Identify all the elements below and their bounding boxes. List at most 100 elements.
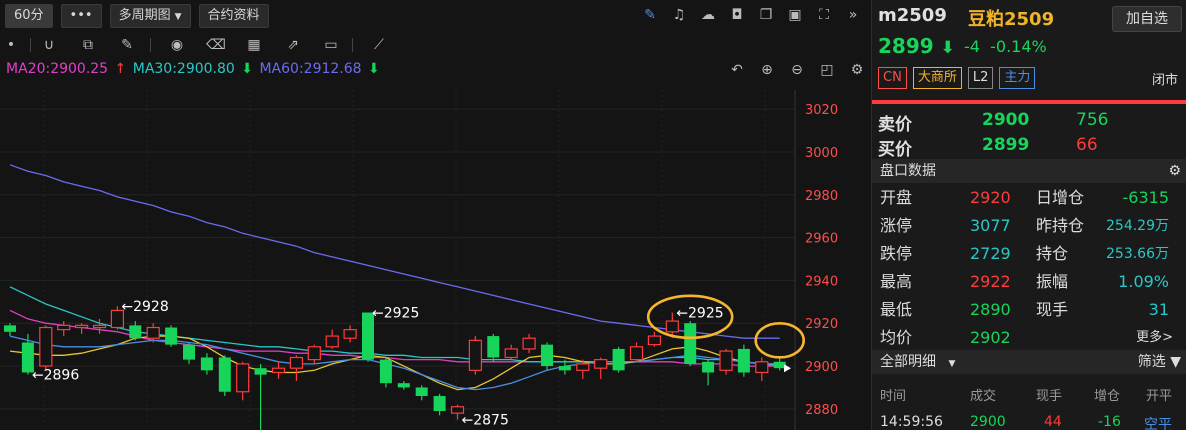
contract-code: m2509 (878, 5, 947, 26)
fullscreen-icon[interactable]: ⛶ (813, 4, 835, 26)
candle-body-up (289, 356, 303, 369)
trade-oi: -16 (1098, 414, 1121, 430)
candle-body-up (647, 335, 662, 346)
quote-label: 日增仓 (1036, 188, 1085, 207)
column-header: 成交 (970, 389, 997, 404)
trash-icon[interactable]: ⌫ (205, 34, 227, 56)
drawing-toolbar: • ∪ ⧉ ✎ ◉ ⌫ ▦ ⇗ ▭ ⟋ (0, 33, 870, 57)
bid-row: 买价 2899 66 (878, 135, 1178, 160)
candle-body-up (271, 367, 286, 374)
candle-body-down (415, 387, 428, 397)
candle-body-down (684, 323, 697, 364)
add-watchlist-button[interactable]: 加自选 (1112, 6, 1182, 32)
candle-body-down (558, 366, 571, 371)
more-link[interactable]: 更多> (1136, 324, 1173, 352)
candle-body-up (468, 339, 482, 371)
top-toolbar: 60分 ••• 多周期图 ▼ 合约资料 ✎ ♫ ☁ ◘ ❐ ▣ ⛶ » (0, 0, 870, 32)
caret-down-icon: ▼ (948, 359, 956, 369)
candle-body-up (629, 346, 644, 361)
candle-body-down (218, 357, 231, 392)
quote-row: 最高 2922 振幅 1.09% (872, 268, 1186, 296)
period-button[interactable]: 60分 (5, 4, 53, 28)
quote-header[interactable]: 盘口数据 ⚙ (872, 159, 1186, 183)
more-button[interactable]: ••• (60, 4, 102, 28)
bid-volume: 66 (1076, 135, 1098, 155)
layout-icon[interactable]: ◰ (816, 60, 838, 80)
candle-body-up (325, 335, 339, 348)
trade-volume: 44 (1044, 414, 1062, 430)
price-annotation: ←2925 (676, 306, 723, 322)
ask-price: 2900 (982, 110, 1030, 130)
candle-body-down (4, 325, 16, 332)
arrow-up-icon: ↑ (114, 61, 127, 77)
price-change: -4 -0.14% (964, 37, 1047, 56)
filter-label: 筛选 (1137, 354, 1166, 370)
settings-icon[interactable]: ⚙ (1168, 159, 1181, 183)
comment-icon[interactable]: ▭ (320, 34, 342, 56)
candle-body-down (379, 359, 392, 384)
market-status: 闭市 (1151, 73, 1178, 88)
candle-body-up (39, 326, 53, 367)
quote-label: 均价 (880, 328, 913, 347)
quote-value: 2729 (970, 244, 1011, 263)
candle-body-up (522, 337, 536, 350)
camera-icon[interactable]: ◘ (726, 4, 748, 26)
trade-table-header: 时间 成交 现手 增仓 开平 (872, 381, 1186, 405)
candle-body-up (576, 363, 590, 371)
divider (30, 38, 31, 52)
quote-label: 最高 (880, 272, 913, 291)
collapse-icon[interactable]: » (842, 4, 864, 26)
candle-body-down (200, 357, 213, 371)
quote-value: 3077 (970, 216, 1011, 235)
pen-icon[interactable]: ✎ (639, 4, 661, 26)
bell-icon[interactable]: ♫ (668, 4, 690, 26)
quote-value: 31 (1148, 300, 1169, 319)
dot-icon[interactable]: • (0, 34, 22, 56)
undo-icon[interactable]: ↶ (726, 60, 748, 80)
multi-period-button[interactable]: 多周期图 ▼ (109, 4, 191, 28)
zoom-in-icon[interactable]: ⊕ (756, 60, 778, 80)
ask-label: 卖价 (878, 115, 912, 135)
chart-window-icon[interactable]: ▣ (784, 4, 806, 26)
quote-value: -6315 (1122, 188, 1170, 207)
multi-period-label: 多周期图 (118, 8, 171, 23)
zoom-out-icon[interactable]: ⊖ (786, 60, 808, 80)
brush-icon[interactable]: ✎ (116, 34, 138, 56)
quote-value: 254.29万 (1106, 218, 1169, 234)
ask-volume: 756 (1076, 110, 1109, 130)
ruler-icon[interactable]: ⟋ (368, 34, 390, 56)
filter-button[interactable]: 筛选 ▼ (1138, 350, 1181, 374)
detail-header[interactable]: 全部明细 ▼ 筛选 ▼ (872, 350, 1186, 374)
candlestick-chart[interactable]: 2880 2900 2920 2940 2960 2980 3000 3020 ←2928 ←28… (0, 90, 870, 430)
eye-icon[interactable]: ◉ (166, 34, 188, 56)
filter-icon: ▼ (1165, 354, 1181, 370)
column-header: 现手 (1036, 389, 1063, 404)
candle-body-down (773, 361, 786, 369)
trade-row: 14:59:56 2900 44 -16 空平 (872, 414, 1186, 430)
y-tick-label: 3020 (805, 103, 838, 118)
ma30-label: MA30:2900.80 (132, 61, 235, 77)
settings-icon[interactable]: ⚙ (846, 60, 868, 80)
candle-body-up (665, 320, 679, 333)
contract-info-button[interactable]: 合约资料 (198, 4, 269, 28)
copy-icon[interactable]: ❐ (755, 4, 777, 26)
candle-body-up (594, 359, 608, 369)
buy-sell-bar (872, 100, 1186, 104)
ma-line-ma10 (9, 335, 780, 391)
tag-main: 主力 (999, 67, 1036, 89)
column-header: 开平 (1146, 389, 1173, 404)
quote-label: 涨停 (880, 216, 913, 235)
quote-row: 跌停 2729 持仓 253.66万 (872, 240, 1186, 268)
cloud-icon[interactable]: ☁ (697, 4, 719, 26)
candle-body-up (719, 350, 733, 371)
trade-type: 空平 (1144, 417, 1172, 430)
last-price-marker (784, 364, 791, 373)
magnet-icon[interactable]: ∪ (38, 34, 60, 56)
tag-exchange: 大商所 (912, 67, 962, 89)
bid-price: 2899 (982, 135, 1030, 155)
quote-row: 涨停 3077 昨持仓 254.29万 (872, 212, 1186, 240)
export-icon[interactable]: ⇗ (282, 34, 304, 56)
layers-icon[interactable]: ⧉ (77, 34, 99, 56)
grid-icon[interactable]: ▦ (243, 34, 265, 56)
quote-label: 振幅 (1036, 272, 1069, 291)
